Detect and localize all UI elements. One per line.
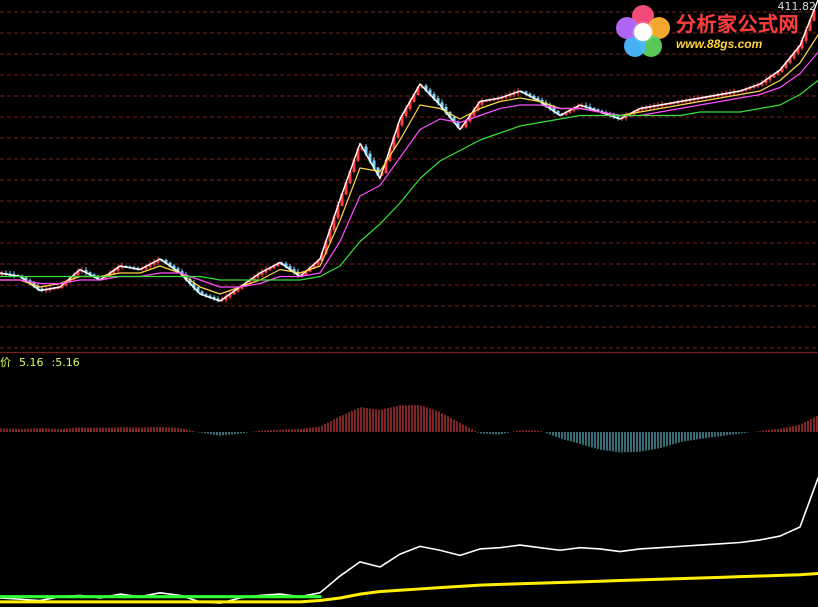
main-series-2	[0, 34, 818, 295]
histogram-bars	[0, 405, 818, 453]
logo-url: www.88gs.com	[676, 36, 763, 51]
main-series-3	[0, 51, 818, 288]
chart-screen: 分析家公式网 www.88gs.com 411.82 价 5.16 :5.16	[0, 0, 818, 607]
logo-cn: 分析家公式网	[676, 11, 799, 36]
logo-flower-icon	[616, 5, 670, 59]
indicator-series-1	[0, 477, 818, 604]
indicator-label: 价 5.16 :5.16	[0, 355, 80, 370]
main-grid	[0, 11, 818, 349]
logo-text: 分析家公式网 www.88gs.com	[676, 11, 799, 51]
indicator-value-2: :5.16	[51, 355, 80, 369]
indicator-name: 价	[0, 356, 11, 369]
stock-chart	[0, 0, 818, 604]
indicator-lines	[0, 477, 818, 604]
corner-value: 411.82	[777, 0, 817, 13]
indicator-value-1: 5.16	[19, 355, 44, 369]
